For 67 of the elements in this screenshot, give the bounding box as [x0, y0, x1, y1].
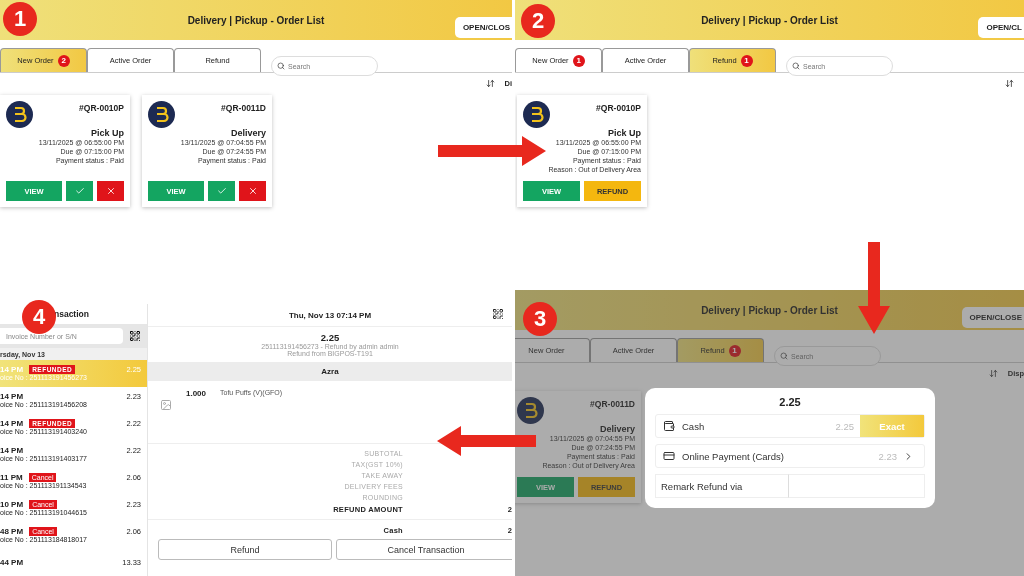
order-type: Delivery [599, 424, 635, 434]
sort-icon[interactable] [1005, 78, 1014, 88]
wallet-icon [663, 420, 675, 432]
arrow-icon [438, 136, 546, 166]
payment-method-row[interactable]: Online Payment (Cards) 2.23 [655, 444, 925, 468]
search-icon [780, 352, 788, 360]
refund-button[interactable]: Refund [158, 539, 332, 560]
search-icon [792, 62, 800, 70]
header-title: Delivery | Pickup - Order List [187, 14, 325, 26]
logo-icon [6, 101, 33, 128]
logo-icon [148, 101, 175, 128]
reject-button[interactable] [239, 181, 266, 201]
count-badge: 1 [740, 54, 753, 67]
close-icon [247, 186, 258, 196]
logo-icon [517, 397, 544, 424]
count-badge: 1 [572, 54, 585, 67]
method-label: Online Payment (Cards) [682, 450, 785, 462]
open-close-button[interactable]: OPEN/CLOS [454, 17, 512, 38]
arrow-icon [437, 426, 536, 456]
arrow-icon [858, 242, 890, 334]
card-icon [663, 450, 675, 462]
method-amount: 2.25 [835, 420, 855, 432]
reject-button[interactable] [97, 181, 124, 201]
transaction-time: 14 PM [0, 392, 24, 402]
step-badge: 4 [22, 300, 56, 334]
transaction-datetime: Thu, Nov 13 07:14 PM [288, 310, 372, 320]
qr-code-icon[interactable] [492, 308, 504, 320]
order-type: Pick Up [608, 128, 641, 138]
count-badge: 2 [57, 54, 70, 67]
payment-method-row[interactable]: Cash 2.25 Exact [655, 414, 925, 438]
remark-label: Remark Refund via [655, 474, 789, 498]
remark-field[interactable] [789, 474, 925, 498]
method-label: Cash [682, 420, 706, 432]
transaction-time: 48 PM [0, 527, 24, 537]
open-close-button[interactable]: OPEN/CLOSE [961, 307, 1024, 328]
method-amount: 2.23 [878, 450, 898, 462]
count-badge: 1 [728, 344, 741, 357]
image-icon [160, 399, 172, 411]
order-number: #QR-0011D [590, 399, 635, 409]
transaction-time: 10 PM [0, 500, 24, 510]
qr-code-icon[interactable] [129, 330, 141, 343]
item-quantity: 1.000 [186, 389, 207, 400]
transaction-time: 14 PM [0, 365, 24, 375]
sort-icon[interactable] [485, 78, 495, 88]
transaction-time: 44 PM [0, 558, 24, 567]
order-number: #QR-0010P [596, 103, 641, 113]
header-title: Delivery | Pickup - Order List [701, 14, 838, 26]
cancel-transaction-button[interactable]: Cancel Transaction [336, 539, 512, 560]
transaction-total: 2.25 [320, 332, 340, 343]
check-icon [216, 186, 227, 196]
transaction-time: 14 PM [0, 446, 24, 456]
order-number: #QR-0010P [79, 103, 124, 113]
search-icon [277, 62, 285, 70]
logo-icon [523, 101, 550, 128]
check-icon [74, 186, 85, 196]
header-title: Delivery | Pickup - Order List [701, 304, 838, 316]
screen-title: nsaction [54, 309, 89, 320]
transaction-time: 11 PM [0, 473, 23, 483]
sort-icon[interactable] [988, 368, 998, 378]
open-close-button[interactable]: OPEN/CL [978, 17, 1024, 38]
order-type: Pick Up [91, 128, 124, 138]
transaction-time: 14 PM [0, 419, 24, 429]
refund-amount: 2.25 [778, 396, 802, 408]
close-icon [105, 186, 116, 196]
order-number: #QR-0011D [221, 103, 266, 113]
order-type: Delivery [230, 128, 266, 138]
customer-name: Azra [148, 362, 512, 381]
